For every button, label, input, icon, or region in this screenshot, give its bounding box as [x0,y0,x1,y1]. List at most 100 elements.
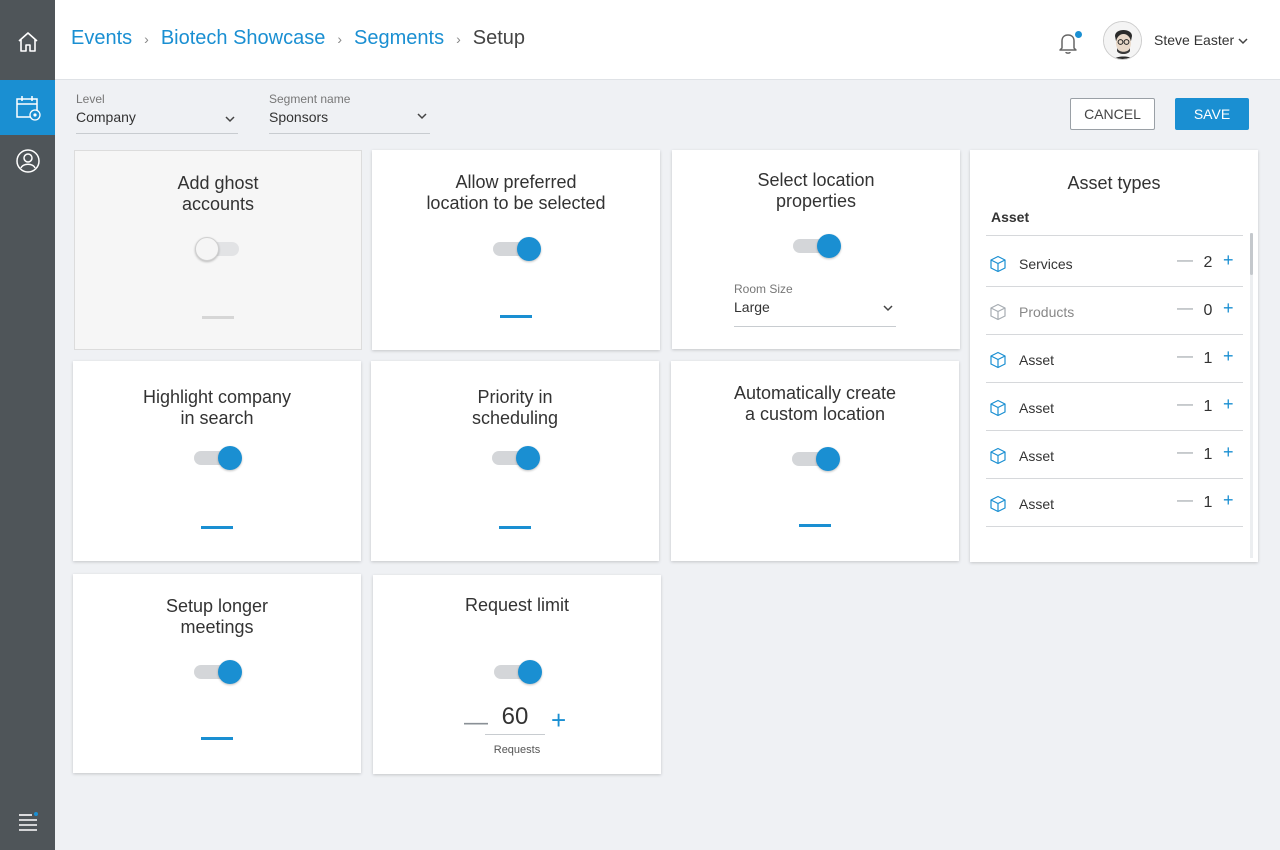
status-dash [201,526,233,529]
asset-count: 1 [1203,446,1213,463]
segment-name-select[interactable]: Segment name Sponsors [269,92,430,134]
user-name[interactable]: Steve Easter [1154,32,1234,48]
divider [986,235,1243,236]
chevron-down-icon [882,301,894,319]
asset-count: 1 [1203,350,1213,367]
asset-count: 0 [1203,302,1213,319]
box-icon [989,399,1007,422]
preferred-location-toggle[interactable] [493,237,541,261]
decrement-button[interactable]: — [1177,252,1193,270]
decrement-button[interactable]: — [1177,444,1193,462]
card-title: Add ghost accounts [177,173,259,214]
breadcrumb-event[interactable]: Biotech Showcase [161,27,326,50]
field-underline [269,133,430,134]
asset-row: Asset — 1 + [986,431,1243,479]
priority-scheduling-toggle[interactable] [492,446,540,470]
asset-name: Asset [1019,400,1055,416]
room-size-select[interactable]: Room Size Large [734,282,896,327]
room-size-value: Large [734,299,770,315]
scrollbar-thumb[interactable] [1250,233,1253,275]
card-ghost-accounts: Add ghost accounts [74,150,362,350]
menu-icon[interactable] [0,794,55,849]
card-title: Request limit [464,595,570,615]
card-title: Select location properties [757,170,875,211]
box-icon [989,351,1007,374]
request-limit-input[interactable]: 60 [485,703,545,731]
avatar[interactable] [1103,21,1142,60]
profile-icon[interactable] [0,133,55,188]
status-dash [500,315,532,318]
box-icon [989,447,1007,470]
breadcrumb-current: Setup [472,27,526,49]
top-bar: Events › Biotech Showcase › Segments › S… [55,0,1280,80]
segment-name-value: Sponsors [269,109,329,125]
increment-button[interactable]: + [1223,250,1234,271]
asset-row: Asset — 1 + [986,383,1243,431]
status-dash [499,526,531,529]
asset-count: 2 [1203,254,1213,271]
room-size-label: Room Size [734,282,793,296]
card-auto-custom-location: Automatically create a custom location [671,361,959,561]
chevron-right-icon: › [337,30,343,47]
decrement-button[interactable]: — [1177,348,1193,366]
asset-name: Asset [1019,448,1055,464]
asset-count: 1 [1203,398,1213,415]
field-underline [485,734,545,735]
field-underline [734,326,896,327]
card-highlight-company: Highlight company in search [73,361,361,561]
level-select[interactable]: Level Company [76,92,238,134]
decrement-button[interactable]: — [1177,492,1193,510]
chevron-down-icon [416,109,428,127]
requests-unit-label: Requests [493,744,541,756]
box-icon [989,255,1007,278]
longer-meetings-toggle[interactable] [194,660,242,684]
breadcrumb-events[interactable]: Events [71,27,132,50]
card-longer-meetings: Setup longer meetings [73,574,361,773]
level-label: Level [76,92,105,106]
increment-button[interactable]: + [1223,394,1234,415]
home-icon[interactable] [0,14,55,69]
breadcrumb-segments[interactable]: Segments [354,27,444,50]
asset-count: 1 [1203,494,1213,511]
asset-column-header: Asset [991,209,1030,225]
scrollbar[interactable] [1250,233,1253,558]
asset-name: Services [1019,256,1073,272]
card-title: Priority in scheduling [471,387,559,428]
breadcrumb: Events › Biotech Showcase › Segments › S… [71,27,525,50]
sidebar [0,0,55,850]
increment-button[interactable]: + [551,705,566,736]
decrement-button[interactable]: — [1177,300,1193,318]
status-dash [201,737,233,740]
card-title: Allow preferred location to be selected [426,172,606,213]
asset-name: Asset [1019,352,1055,368]
asset-row: Services — 2 + [986,239,1243,287]
box-icon [989,303,1007,326]
chevron-down-icon[interactable] [1237,34,1249,52]
request-limit-toggle[interactable] [494,660,542,684]
card-title: Automatically create a custom location [733,383,897,424]
level-value: Company [76,109,136,125]
calendar-settings-icon[interactable] [0,80,55,135]
increment-button[interactable]: + [1223,490,1234,511]
ghost-accounts-toggle[interactable] [195,237,241,261]
location-properties-toggle[interactable] [793,234,841,258]
chevron-down-icon [224,112,236,130]
increment-button[interactable]: + [1223,346,1234,367]
highlight-company-toggle[interactable] [194,446,242,470]
field-underline [76,133,238,134]
status-dash [202,316,234,319]
card-preferred-location: Allow preferred location to be selected [372,150,660,350]
increment-button[interactable]: + [1223,298,1234,319]
asset-row: Asset — 1 + [986,335,1243,383]
auto-custom-location-toggle[interactable] [792,447,840,471]
asset-types-title: Asset types [1067,173,1161,193]
card-request-limit: Request limit — 60 + Requests [373,575,661,774]
card-asset-types: Asset types Asset Services — 2 + Product… [970,150,1258,562]
save-button[interactable]: SAVE [1175,98,1249,130]
decrement-button[interactable]: — [1177,396,1193,414]
asset-row: Asset — 1 + [986,479,1243,527]
segment-name-label: Segment name [269,92,351,106]
increment-button[interactable]: + [1223,442,1234,463]
asset-row: Products — 0 + [986,287,1243,335]
cancel-button[interactable]: CANCEL [1070,98,1155,130]
